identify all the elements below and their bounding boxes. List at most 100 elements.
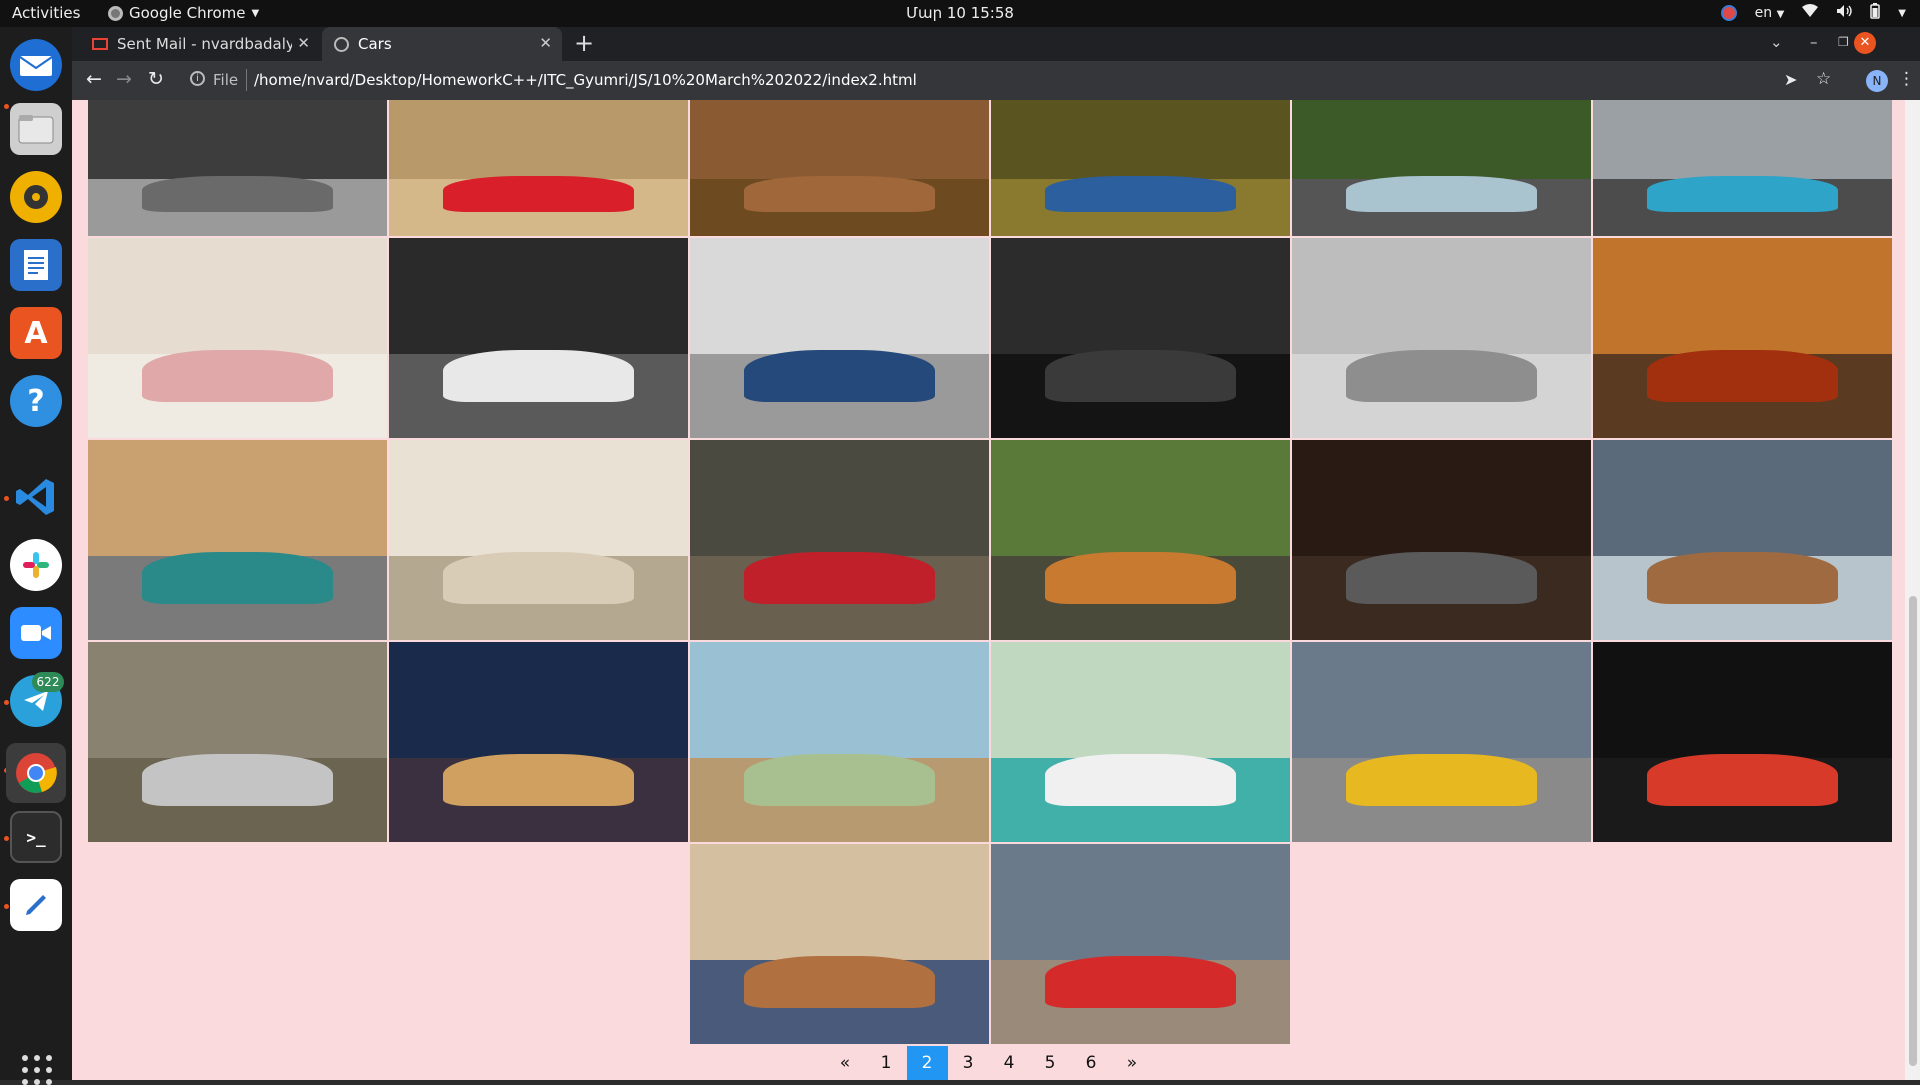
gallery-row <box>84 238 1896 438</box>
image-subject <box>1044 552 1237 604</box>
image-subject <box>1345 176 1538 212</box>
pagination-page-5[interactable]: 5 <box>1030 1046 1071 1080</box>
language-indicator[interactable]: en ▼ <box>1755 5 1785 21</box>
pagination-page-6[interactable]: 6 <box>1071 1046 1112 1080</box>
forward-button[interactable]: → <box>116 68 132 90</box>
site-info-icon[interactable]: i <box>190 71 205 86</box>
bookmark-star-icon[interactable]: ☆ <box>1816 69 1831 89</box>
files-icon[interactable] <box>10 103 62 155</box>
car-image <box>389 100 688 236</box>
image-subject <box>743 552 936 604</box>
scrollbar-thumb[interactable] <box>1909 596 1917 1066</box>
car-image <box>389 440 688 640</box>
car-image <box>389 238 688 438</box>
text-editor-icon[interactable] <box>10 879 62 931</box>
profile-avatar[interactable]: N <box>1866 70 1888 92</box>
system-tray[interactable]: en ▼ ▼ <box>1720 3 1906 23</box>
tab-cars[interactable]: Cars ✕ <box>322 27 562 61</box>
system-menu-chevron-icon[interactable]: ▼ <box>1898 8 1906 19</box>
rhythmbox-icon[interactable] <box>10 171 62 223</box>
car-image <box>991 100 1290 236</box>
app-menu[interactable]: Google Chrome ▼ <box>108 4 259 22</box>
back-button[interactable]: ← <box>86 68 102 90</box>
car-image <box>690 642 989 842</box>
car-image <box>88 440 387 640</box>
address-scheme-label: File <box>213 71 239 89</box>
pagination-page-4[interactable]: 4 <box>989 1046 1030 1080</box>
send-icon[interactable]: ➤ <box>1784 70 1797 89</box>
car-image <box>991 844 1290 1044</box>
page-content: « 1 2 3 4 5 6 » <box>72 100 1905 1080</box>
image-subject <box>1646 176 1839 212</box>
pagination-prev[interactable]: « <box>825 1046 866 1080</box>
software-icon[interactable]: A <box>10 307 62 359</box>
pagination-next[interactable]: » <box>1112 1046 1153 1080</box>
app-menu-label: Google Chrome <box>129 4 246 22</box>
pagination-page-3[interactable]: 3 <box>948 1046 989 1080</box>
running-indicator <box>4 700 9 705</box>
window-close-button[interactable]: ✕ <box>1854 32 1876 54</box>
car-image <box>1593 642 1892 842</box>
image-subject <box>1044 754 1237 806</box>
gallery-row <box>84 642 1896 842</box>
activities-button[interactable]: Activities <box>12 4 80 22</box>
close-tab-icon[interactable]: ✕ <box>297 34 310 52</box>
image-subject <box>1646 754 1839 806</box>
help-icon[interactable]: ? <box>10 375 62 427</box>
car-image <box>1292 238 1591 438</box>
tab-title: Cars <box>358 35 392 53</box>
running-indicator <box>4 496 9 501</box>
globe-icon <box>334 36 349 52</box>
chrome-mini-icon <box>108 5 123 21</box>
writer-icon[interactable] <box>10 239 62 291</box>
car-image <box>88 642 387 842</box>
image-subject <box>1044 176 1237 212</box>
running-indicator <box>4 104 9 109</box>
chevron-down-icon: ▼ <box>251 7 260 19</box>
more-menu-icon[interactable]: ⋮ <box>1898 69 1915 89</box>
gallery-row <box>84 100 1896 236</box>
browser-toolbar: ← → ↻ i File /home/nvard/Desktop/Homewor… <box>72 61 1920 100</box>
image-subject <box>743 176 936 212</box>
minimize-icon[interactable]: – <box>1810 33 1818 51</box>
image-subject <box>141 552 334 604</box>
image-subject <box>141 176 334 212</box>
image-subject <box>743 754 936 806</box>
address-bar[interactable]: /home/nvard/Desktop/HomeworkC++/ITC_Gyum… <box>254 71 917 89</box>
image-subject <box>442 350 635 402</box>
image-subject <box>1044 956 1237 1008</box>
running-indicator <box>4 904 9 909</box>
car-image <box>1593 440 1892 640</box>
zoom-icon[interactable] <box>10 607 62 659</box>
restore-icon[interactable]: ❐ <box>1838 35 1849 49</box>
page-scrollbar[interactable] <box>1905 100 1920 1080</box>
reload-button[interactable]: ↻ <box>148 68 164 90</box>
pagination-page-1[interactable]: 1 <box>866 1046 907 1080</box>
terminal-icon[interactable]: >_ <box>10 811 62 863</box>
slack-icon[interactable] <box>10 539 62 591</box>
chrome-icon[interactable] <box>6 743 66 803</box>
image-subject <box>141 350 334 402</box>
thunderbird-icon[interactable] <box>10 39 62 91</box>
pagination-page-2[interactable]: 2 <box>906 1046 948 1080</box>
clock[interactable]: Մար 10 15:58 <box>0 4 1920 22</box>
gallery-row <box>84 844 1896 1044</box>
image-subject <box>1345 552 1538 604</box>
car-image <box>88 238 387 438</box>
car-image <box>1292 440 1591 640</box>
indicator-icon[interactable] <box>1720 5 1737 21</box>
pagination: « 1 2 3 4 5 6 » <box>72 1046 1905 1080</box>
battery-icon <box>1870 3 1881 23</box>
tab-sent-mail[interactable]: Sent Mail - nvardbadalyan ✕ <box>80 27 320 61</box>
car-image <box>690 238 989 438</box>
image-subject <box>1345 350 1538 402</box>
vscode-icon[interactable] <box>10 471 62 523</box>
close-tab-icon[interactable]: ✕ <box>539 34 552 52</box>
tab-search-icon[interactable]: ⌄ <box>1770 33 1783 51</box>
car-image <box>1593 100 1892 236</box>
car-image <box>389 642 688 842</box>
car-image <box>991 440 1290 640</box>
show-applications-icon[interactable] <box>22 1055 52 1085</box>
new-tab-button[interactable]: + <box>574 29 594 57</box>
gmail-icon <box>92 38 108 50</box>
